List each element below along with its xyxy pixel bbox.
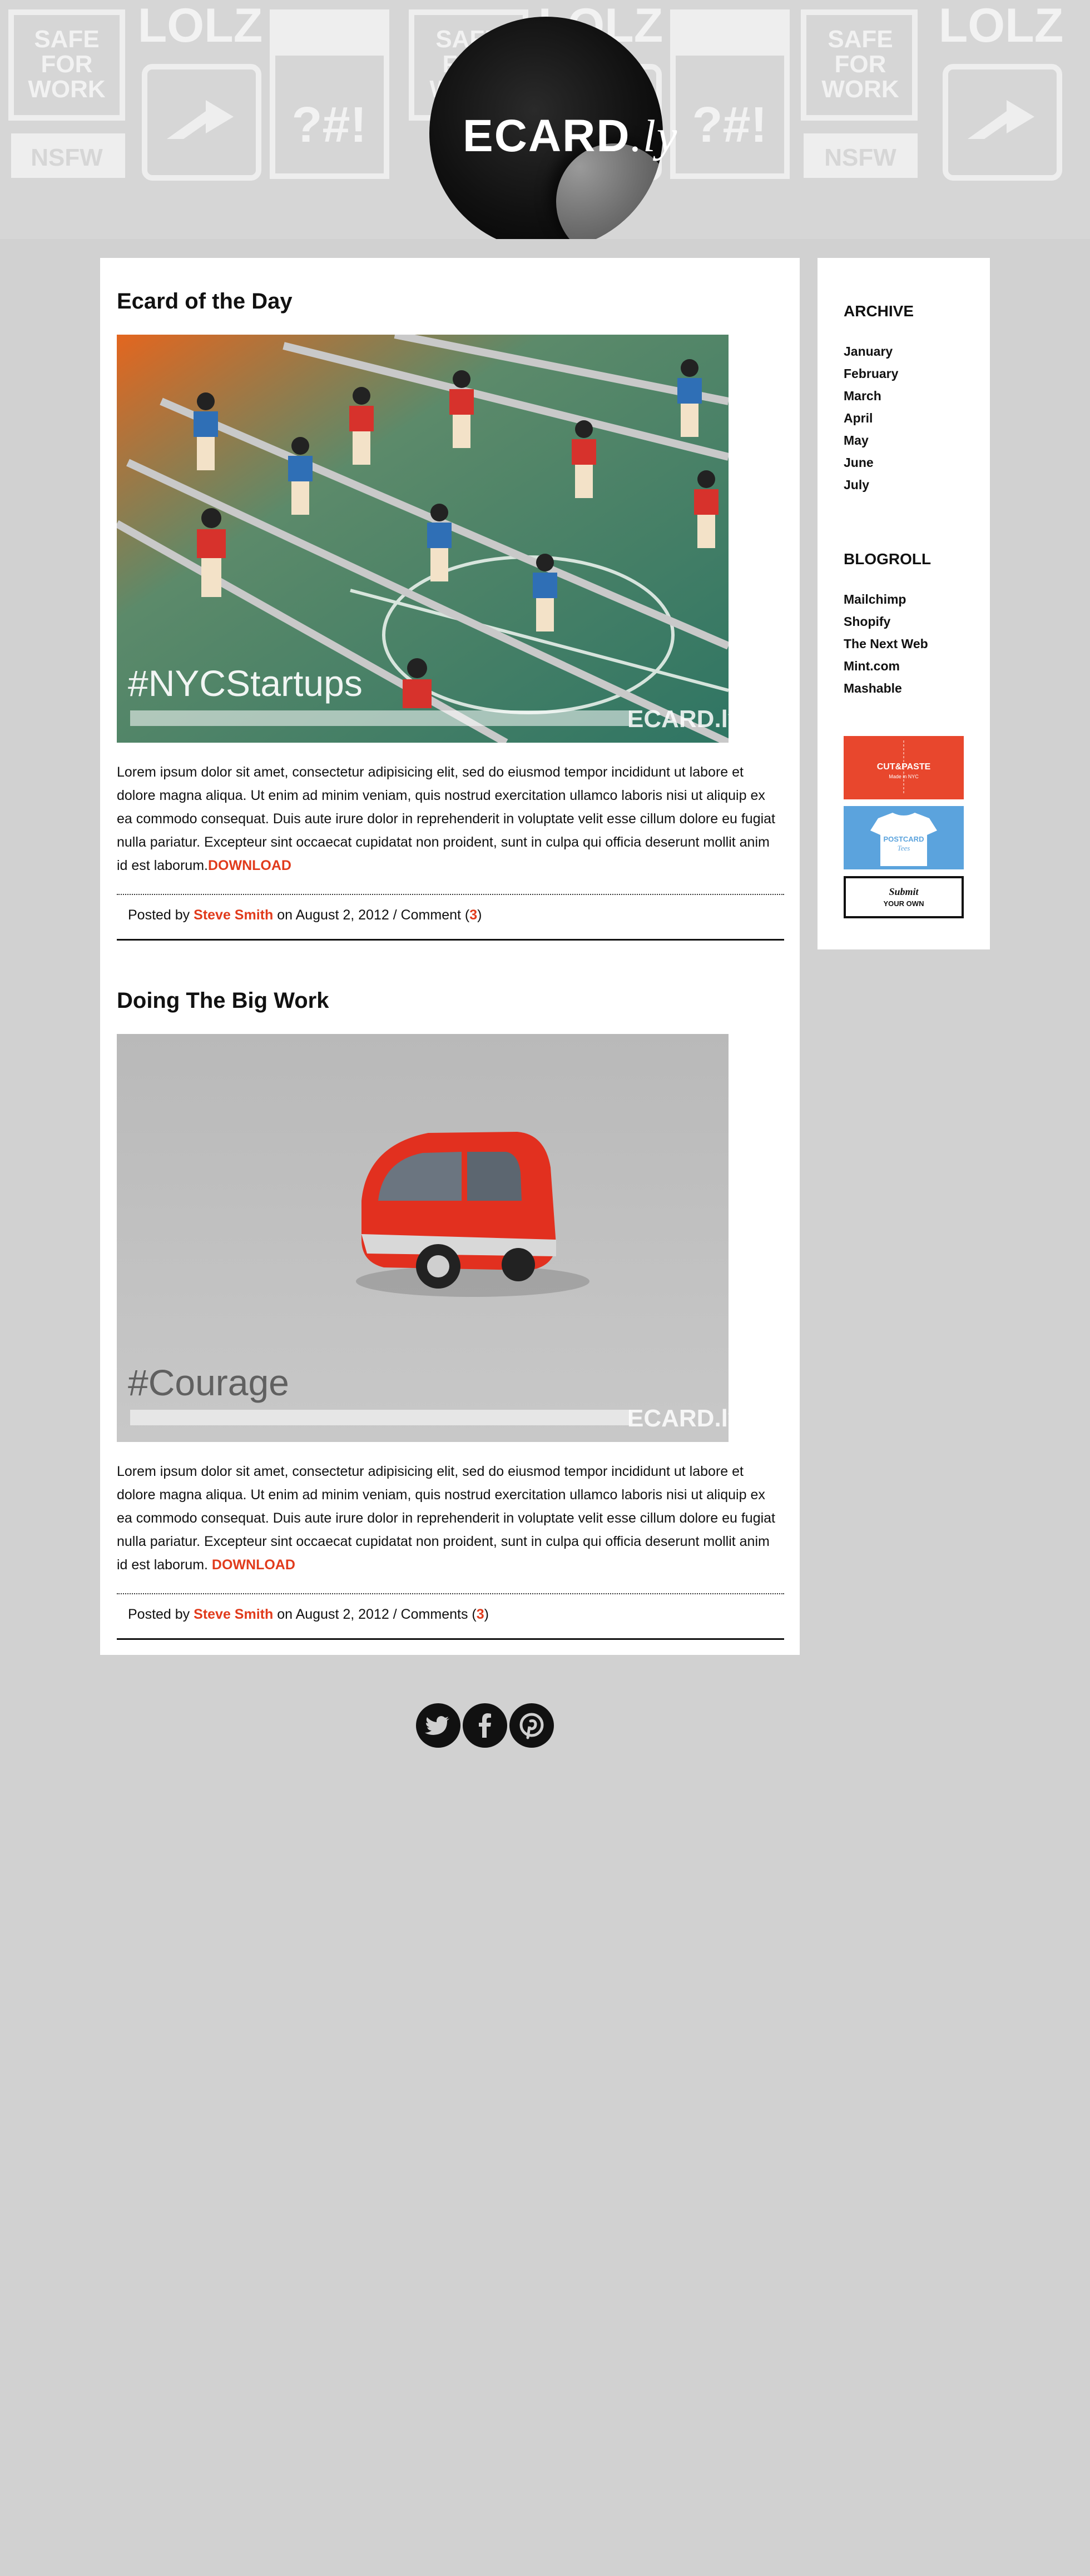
meta-divider-bottom	[117, 1638, 784, 1640]
svg-text:SAFE: SAFE	[828, 26, 893, 53]
banner-postcard-tees[interactable]: POSTCARD Tees	[844, 806, 964, 869]
post-meta: Posted by Steve Smith on August 2, 2012 …	[128, 907, 482, 923]
blogroll-item-shopify[interactable]: Shopify	[844, 610, 928, 633]
post-image-foosball[interactable]: #NYCStartups ECARD.ly	[117, 335, 729, 743]
banner-cut-and-paste[interactable]: CUT&PASTE Made in NYC	[844, 736, 964, 799]
blogroll-item-mashable[interactable]: Mashable	[844, 677, 928, 699]
svg-text:POSTCARD: POSTCARD	[884, 835, 924, 843]
download-link[interactable]: DOWNLOAD	[212, 1557, 295, 1573]
archive-item-july[interactable]: July	[844, 474, 898, 496]
sidebar: ARCHIVE January February March April May…	[818, 258, 990, 949]
blogroll-item-mint[interactable]: Mint.com	[844, 655, 928, 677]
pattern-word-nsfw: NSFW	[31, 144, 103, 171]
meta-divider-bottom	[117, 939, 784, 941]
main-content: Ecard of the Day #NYCStartups ECARD.l Lo…	[100, 258, 800, 1655]
blogroll-item-mailchimp[interactable]: Mailchimp	[844, 588, 928, 610]
download-link[interactable]: DOWNLOAD	[208, 858, 291, 873]
blogroll-item-the-next-web[interactable]: The Next Web	[844, 633, 928, 655]
svg-text:WORK: WORK	[821, 76, 899, 103]
svg-text:Tees: Tees	[898, 844, 910, 852]
archive-item-january[interactable]: January	[844, 340, 898, 362]
blogroll-heading: BLOGROLL	[844, 550, 932, 568]
comment-count-link[interactable]: 3	[469, 907, 477, 923]
svg-text:Made in NYC: Made in NYC	[889, 774, 919, 779]
facebook-icon[interactable]	[463, 1703, 507, 1748]
archive-heading: ARCHIVE	[844, 302, 914, 320]
pattern-word-lolz: LOLZ	[138, 0, 263, 52]
banner-submit-your-own[interactable]: Submit YOUR OWN	[844, 876, 964, 918]
post-image-red-car[interactable]: #Courage ECARD.ly	[117, 1034, 729, 1442]
post-body: Lorem ipsum dolor sit amet, consectetur …	[117, 764, 775, 873]
blogroll-list: Mailchimp Shopify The Next Web Mint.com …	[844, 588, 928, 699]
svg-text:Submit: Submit	[889, 886, 919, 897]
archive-item-march[interactable]: March	[844, 385, 898, 407]
image-brand: ECARD.ly	[627, 1405, 729, 1432]
twitter-icon[interactable]	[416, 1703, 460, 1748]
svg-text:YOUR OWN: YOUR OWN	[884, 899, 924, 908]
comment-count-link[interactable]: 3	[477, 1607, 484, 1622]
pattern-word-work: WORK	[28, 76, 106, 103]
archive-item-april[interactable]: April	[844, 407, 898, 429]
svg-text:?#!: ?#!	[692, 97, 767, 153]
archive-list: January February March April May June Ju…	[844, 340, 898, 496]
logo-text: ECARD.ly	[463, 111, 678, 161]
pattern-word-symbols: ?#!	[292, 97, 367, 153]
svg-text:LOLZ: LOLZ	[939, 0, 1064, 52]
svg-text:CUT&PASTE: CUT&PASTE	[877, 762, 931, 772]
post-title[interactable]: Ecard of the Day	[117, 289, 293, 314]
post-body: Lorem ipsum dolor sit amet, consectetur …	[117, 1464, 775, 1573]
pattern-word-for: FOR	[41, 51, 93, 78]
site-header: SAFE FOR WORK NSFW LOLZ ?#! SAFE FOR WOR…	[0, 0, 1090, 239]
svg-text:FOR: FOR	[835, 51, 886, 78]
image-brand: ECARD.ly	[627, 705, 729, 733]
post-meta: Posted by Steve Smith on August 2, 2012 …	[128, 1607, 489, 1622]
svg-text:NSFW: NSFW	[824, 144, 896, 171]
author-link[interactable]: Steve Smith	[194, 1607, 273, 1622]
meta-divider-top	[117, 894, 784, 895]
archive-item-may[interactable]: May	[844, 429, 898, 451]
pattern-word-safe: SAFE	[34, 26, 99, 53]
site-logo[interactable]: ECARD.ly	[429, 17, 678, 239]
image-caption: #NYCStartups	[128, 663, 363, 704]
author-link[interactable]: Steve Smith	[194, 907, 273, 923]
meta-divider-top	[117, 1593, 784, 1594]
post-title[interactable]: Doing The Big Work	[117, 988, 329, 1013]
image-caption: #Courage	[128, 1362, 289, 1403]
archive-item-june[interactable]: June	[844, 451, 898, 474]
archive-item-february[interactable]: February	[844, 362, 898, 385]
pinterest-icon[interactable]	[509, 1703, 554, 1748]
